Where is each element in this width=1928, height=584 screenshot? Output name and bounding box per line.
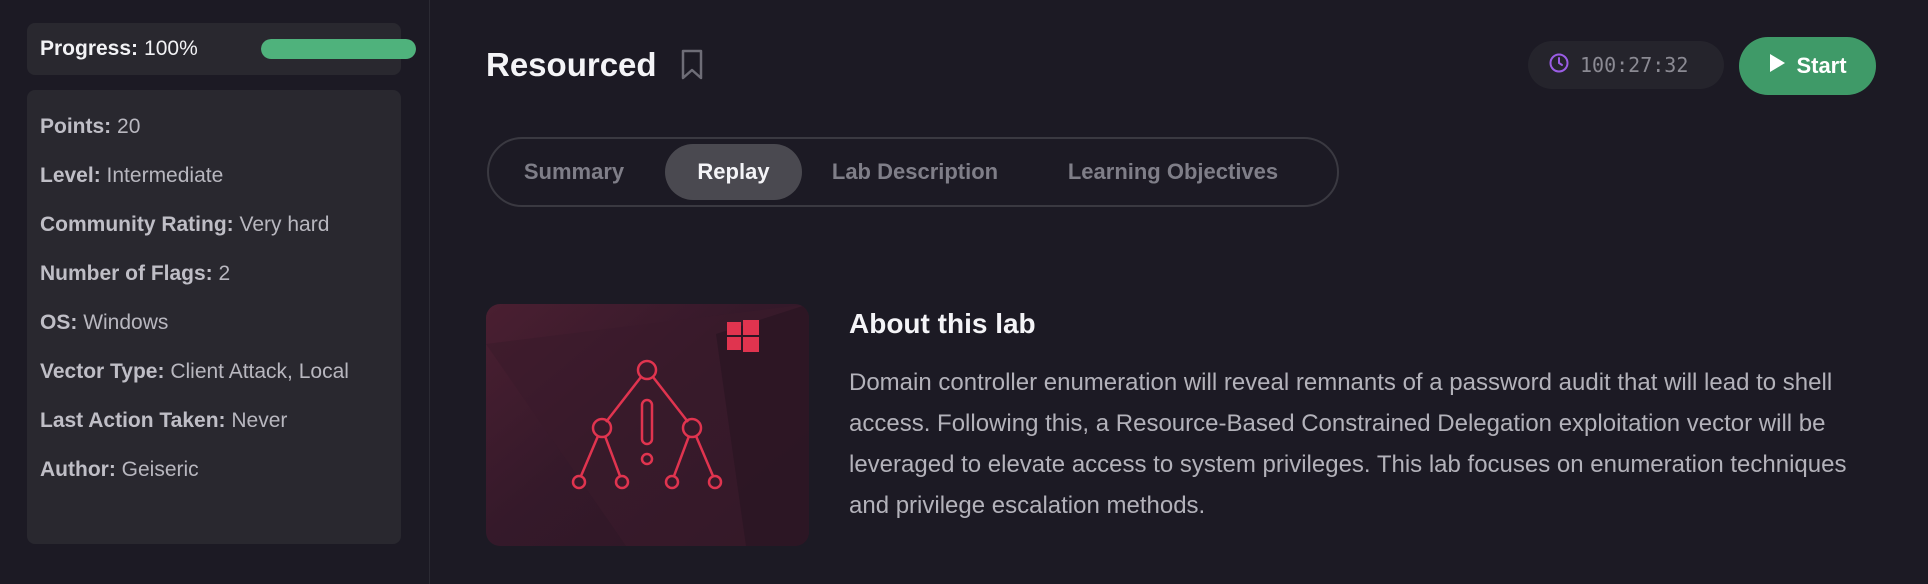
page-title: Resourced bbox=[486, 46, 657, 83]
info-points: Points: 20 bbox=[40, 110, 388, 144]
info-value: 2 bbox=[218, 262, 231, 285]
info-value: Very hard bbox=[239, 213, 330, 236]
clock-icon bbox=[1548, 52, 1570, 79]
tab-summary[interactable]: Summary bbox=[503, 144, 645, 200]
info-number-of-flags: Number of Flags: 2 bbox=[40, 257, 388, 291]
info-value: Windows bbox=[83, 311, 169, 334]
info-key: Community Rating: bbox=[40, 213, 234, 236]
info-level: Level: Intermediate bbox=[40, 159, 388, 193]
info-author: Author: Geiseric bbox=[40, 453, 388, 487]
tab-learning-objectives[interactable]: Learning Objectives bbox=[1028, 144, 1318, 200]
tab-replay[interactable]: Replay bbox=[665, 144, 802, 200]
info-community-rating: Community Rating: Very hard bbox=[40, 208, 388, 242]
info-value: Intermediate bbox=[106, 164, 224, 187]
progress-value: 100% bbox=[144, 37, 198, 60]
info-key: Last Action Taken: bbox=[40, 409, 226, 432]
progress-bar-fill bbox=[261, 39, 416, 59]
info-key: Number of Flags: bbox=[40, 262, 213, 285]
start-button[interactable]: Start bbox=[1739, 37, 1876, 95]
about-description: Domain controller enumeration will revea… bbox=[849, 369, 1847, 519]
info-value: 20 bbox=[117, 115, 141, 138]
info-value: Client Attack, Local bbox=[170, 360, 349, 383]
info-value: Never bbox=[231, 409, 288, 432]
progress-card: Progress: 100% bbox=[27, 23, 416, 75]
sidebar: Progress: 100% Points: 20 Level: Interme… bbox=[0, 0, 430, 584]
info-key: Level: bbox=[40, 164, 101, 187]
play-icon bbox=[1768, 53, 1786, 79]
timer-value: 100:27:32 bbox=[1580, 53, 1689, 77]
progress-label: Progress: bbox=[40, 37, 139, 60]
info-vector-type: Vector Type: Client Attack, Local bbox=[40, 355, 388, 389]
start-button-label: Start bbox=[1796, 53, 1847, 78]
lab-image bbox=[486, 304, 809, 546]
bookmark-icon[interactable] bbox=[680, 49, 704, 86]
info-value: Geiseric bbox=[121, 458, 199, 481]
info-key: Vector Type: bbox=[40, 360, 165, 383]
info-key: OS: bbox=[40, 311, 78, 334]
info-last-action: Last Action Taken: Never bbox=[40, 404, 388, 438]
info-key: Points: bbox=[40, 115, 112, 138]
tab-lab-description[interactable]: Lab Description bbox=[822, 144, 1008, 200]
info-key: Author: bbox=[40, 458, 116, 481]
info-os: OS: Windows bbox=[40, 306, 388, 340]
lab-info-card: Points: 20 Level: Intermediate Community… bbox=[27, 90, 401, 544]
about-title: About this lab bbox=[849, 308, 1036, 339]
time-remaining: 100:27:32 bbox=[1528, 41, 1724, 89]
tab-bar: Summary Replay Lab Description Learning … bbox=[487, 137, 1339, 207]
progress-bar bbox=[261, 39, 416, 59]
